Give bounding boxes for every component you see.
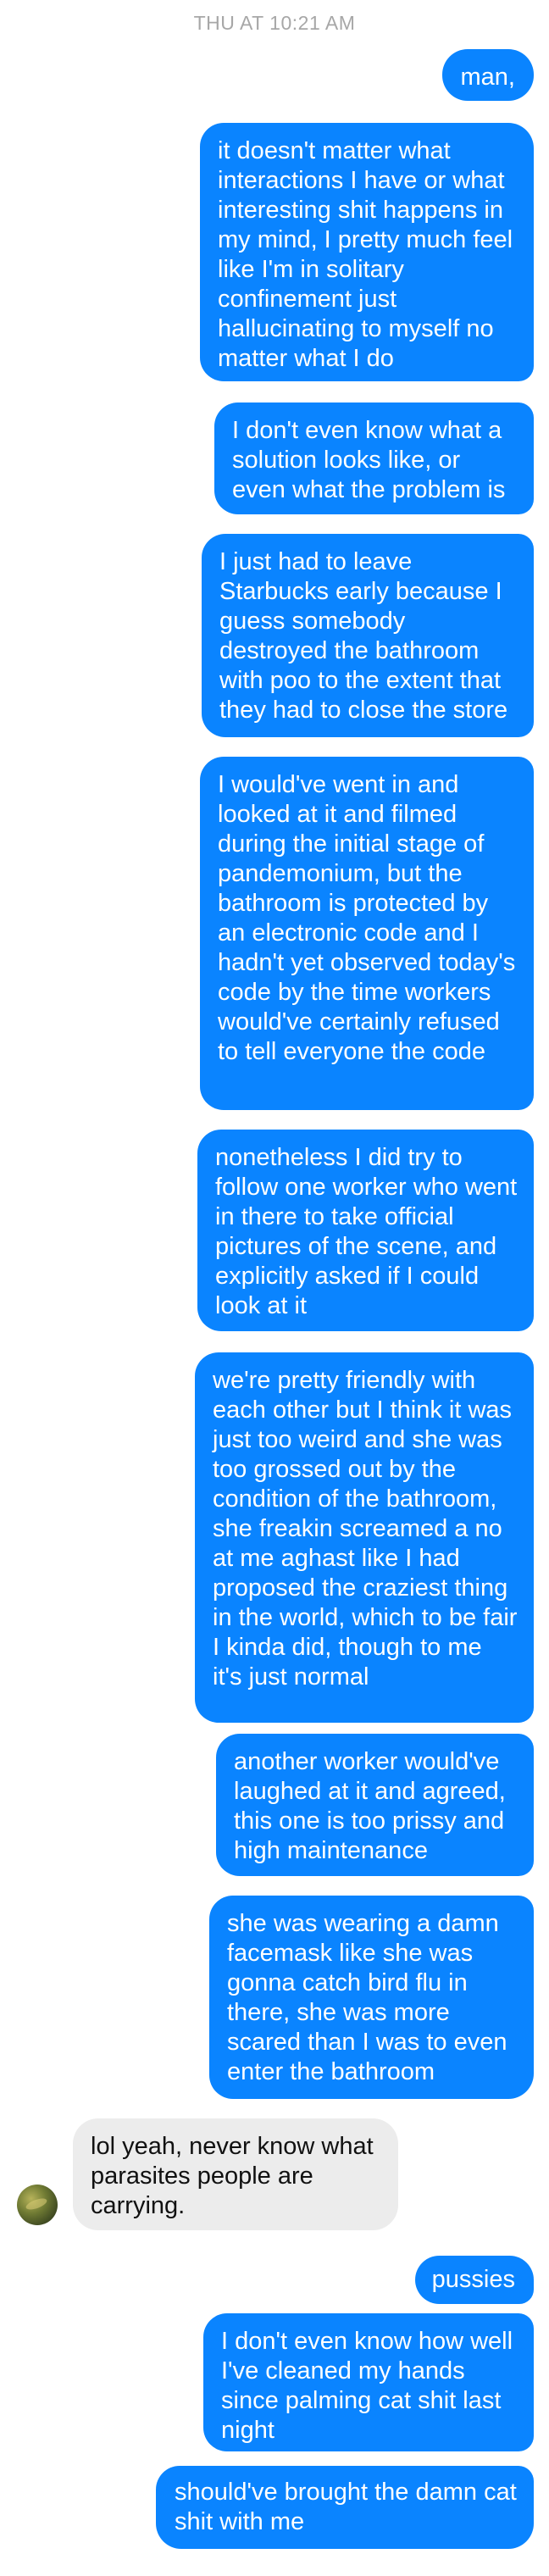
message-text: she was wearing a damn facemask like she… — [227, 1910, 507, 2085]
message-text: I would've went in and looked at it and … — [218, 771, 516, 1065]
message-bubble-outgoing[interactable]: man, — [441, 49, 534, 101]
message-text: I don't even know how well I've cleaned … — [221, 2328, 513, 2444]
message-bubble-outgoing[interactable]: nonetheless I did try to follow one work… — [197, 1130, 534, 1331]
message-bubble-outgoing[interactable]: I would've went in and looked at it and … — [200, 757, 534, 1110]
message-text: it doesn't matter what interactions I ha… — [218, 137, 513, 372]
message-bubble-outgoing[interactable]: I don't even know what a solution looks … — [214, 402, 534, 514]
message-bubble-incoming[interactable]: lol yeah, never know what parasites peop… — [73, 2118, 398, 2230]
message-bubble-outgoing[interactable]: I just had to leave Starbucks early beca… — [202, 534, 534, 737]
message-bubble-outgoing[interactable]: we're pretty friendly with each other bu… — [195, 1352, 534, 1723]
contact-avatar[interactable] — [17, 2185, 58, 2225]
message-text: nonetheless I did try to follow one work… — [215, 1144, 518, 1319]
message-bubble-outgoing[interactable]: should've brought the damn cat shit with… — [156, 2466, 534, 2549]
message-bubble-outgoing[interactable]: she was wearing a damn facemask like she… — [209, 1896, 534, 2099]
message-text: should've brought the damn cat shit with… — [175, 2479, 517, 2535]
message-text: I just had to leave Starbucks early beca… — [219, 548, 508, 724]
message-text: lol yeah, never know what parasites peop… — [91, 2133, 374, 2219]
message-text: pussies — [431, 2266, 515, 2293]
message-text: we're pretty friendly with each other bu… — [213, 1367, 518, 1690]
message-text: another worker would've laughed at it an… — [234, 1748, 506, 1864]
message-bubble-outgoing[interactable]: I don't even know how well I've cleaned … — [203, 2313, 534, 2451]
conversation-timestamp: THU AT 10:21 AM — [193, 12, 356, 34]
message-text: I don't even know what a solution looks … — [232, 417, 506, 503]
message-bubble-outgoing[interactable]: another worker would've laughed at it an… — [216, 1734, 534, 1876]
message-text: man, — [460, 64, 515, 91]
message-bubble-outgoing[interactable]: it doesn't matter what interactions I ha… — [200, 123, 534, 381]
message-bubble-outgoing[interactable]: pussies — [414, 2256, 534, 2304]
